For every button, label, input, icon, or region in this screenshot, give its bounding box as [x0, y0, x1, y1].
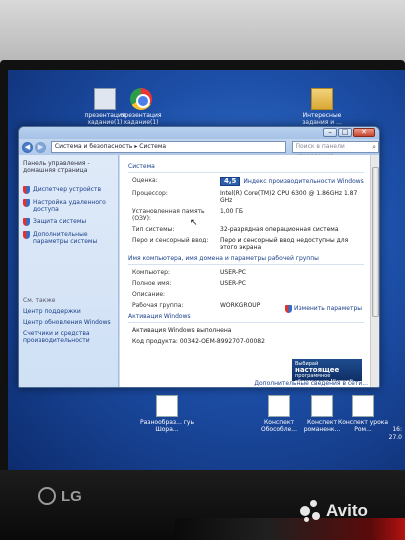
activation-status: Активация Windows выполнена [132, 327, 232, 334]
change-settings-link[interactable]: Изменить параметры [284, 305, 362, 313]
photo: презентация хадание(1) презентация хадан… [0, 0, 405, 540]
shield-icon [23, 186, 30, 194]
memory-row: Установленная память (ОЗУ): 1,00 ГБ [132, 208, 244, 222]
document-icon [268, 395, 290, 417]
scrollbar[interactable] [370, 155, 379, 387]
minimize-button[interactable]: – [323, 128, 337, 137]
system-protection-link[interactable]: Защита системы [23, 218, 114, 226]
product-key: Код продукта: 00342-OEM-8992707-00082 [132, 338, 265, 345]
navigation-bar: ◀ ▶ Система и безопасность ▸ Система Пои… [19, 139, 379, 160]
activation-section-heading: Активация Windows [128, 313, 364, 323]
description-row: Описание: [132, 291, 166, 298]
lg-logo: LG [38, 487, 82, 505]
processor-row: Процессор: Intel(R) Core(TM)2 CPU 6300 @… [132, 190, 358, 204]
computer-name-row: Компьютер: USER-PC [132, 269, 246, 276]
performance-tools-link[interactable]: Счетчики и средства производительности [23, 330, 114, 344]
scrollbar-thumb[interactable] [372, 167, 379, 317]
forward-button[interactable]: ▶ [34, 141, 46, 153]
system-section-heading: Система [128, 163, 364, 173]
desktop-icon-doc-1[interactable]: Разнообраз... гуь Шора... [136, 395, 198, 433]
genuine-microsoft-badge[interactable]: Выбирай настоящее программное обеспечени… [292, 359, 362, 385]
avito-watermark: Avito [300, 500, 368, 522]
system-type-row: Тип системы: 32-разрядная операционная с… [132, 226, 339, 233]
wall-background [0, 0, 405, 62]
search-icon: ⌕ [372, 143, 376, 151]
pen-touch-row: Перо и сенсорный ввод: Перо и сенсорный … [132, 237, 349, 251]
see-also-heading: См. также [23, 297, 56, 304]
system-window: – □ ✕ ◀ ▶ Система и безопасность ▸ Систе… [18, 126, 380, 388]
close-button[interactable]: ✕ [353, 128, 375, 137]
windows-update-link[interactable]: Центр обновления Windows [23, 319, 114, 326]
device-manager-link[interactable]: Диспетчер устройств [23, 186, 114, 194]
content-pane: Система Оценка: 4,5 Индекс производитель… [120, 155, 372, 387]
lg-circle-icon [38, 487, 56, 505]
advanced-settings-link[interactable]: Дополнительные параметры системы [23, 231, 114, 245]
document-icon [311, 395, 333, 417]
control-panel-home-link[interactable]: Панель управления - домашняя страница [23, 160, 114, 174]
clock[interactable]: 16: 27.0 [375, 426, 405, 450]
computer-section-heading: Имя компьютера, имя домена и параметры р… [128, 255, 364, 265]
left-pane: Панель управления - домашняя страница Ди… [19, 155, 119, 387]
full-name-row: Полное имя: USER-PC [132, 280, 246, 287]
desktop-icon-chrome[interactable]: презентация хадание(1) [110, 88, 172, 126]
shield-icon [284, 305, 292, 313]
performance-index-link[interactable]: Индекс производительности Windows [243, 178, 363, 185]
document-icon [352, 395, 374, 417]
desktop-icon-folder[interactable]: Интересные задания и ... [291, 88, 353, 126]
address-bar[interactable]: Система и безопасность ▸ Система [50, 141, 286, 153]
title-bar[interactable]: – □ ✕ [19, 127, 379, 139]
document-icon [156, 395, 178, 417]
shield-icon [23, 218, 30, 226]
avito-dots-icon [300, 500, 322, 522]
more-info-link[interactable]: Дополнительные сведения в сети... [254, 380, 368, 387]
action-center-link[interactable]: Центр поддержки [23, 308, 114, 315]
folder-icon [311, 88, 333, 110]
mouse-cursor: ↖ [190, 218, 198, 228]
performance-score[interactable]: 4,5 [220, 177, 241, 186]
rating-row: Оценка: 4,5 Индекс производительности Wi… [132, 177, 364, 186]
search-input[interactable]: Поиск в панели управления ⌕ [291, 141, 379, 160]
power-strip [175, 518, 405, 540]
remote-settings-link[interactable]: Настройка удаленного доступа [23, 199, 114, 213]
maximize-button[interactable]: □ [338, 128, 352, 137]
chrome-icon [130, 88, 152, 110]
shield-icon [23, 199, 30, 207]
shield-icon [23, 231, 30, 239]
back-button[interactable]: ◀ [22, 141, 33, 153]
window-controls: – □ ✕ [323, 128, 375, 137]
